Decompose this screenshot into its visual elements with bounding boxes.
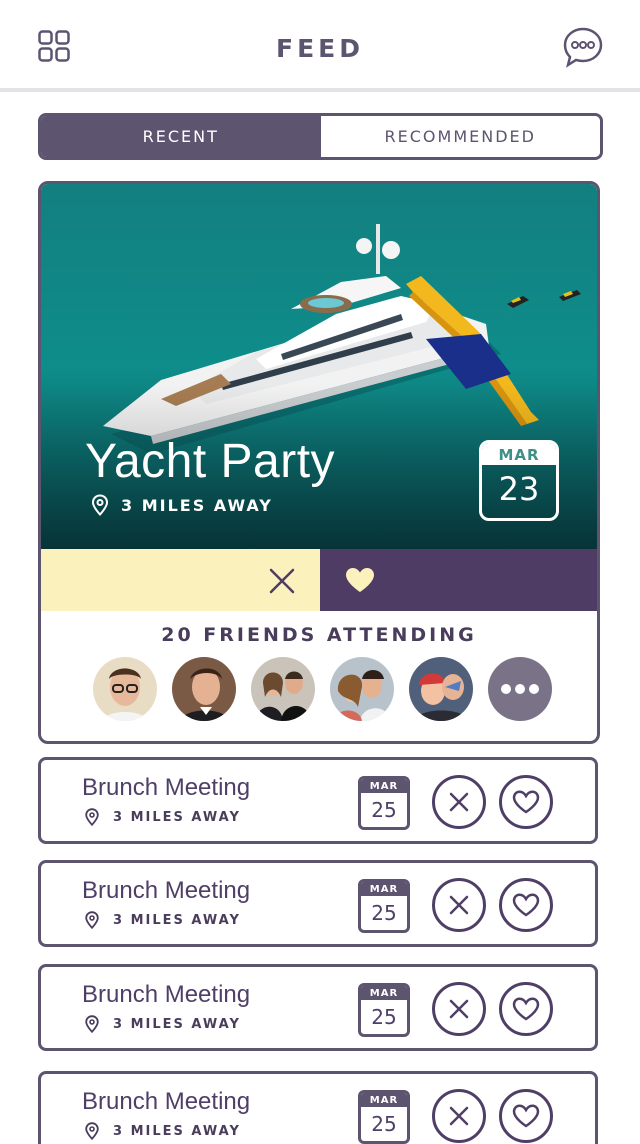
page-title: FEED xyxy=(276,34,364,63)
event-card-distance: 3 MILES AWAY xyxy=(113,809,241,825)
event-card-day: 25 xyxy=(371,901,397,925)
event-distance: 3 MILES AWAY xyxy=(121,495,273,515)
event-card-month: MAR xyxy=(361,1093,407,1107)
header: FEED xyxy=(0,0,640,92)
more-dot-icon xyxy=(529,684,539,694)
reject-button[interactable] xyxy=(432,878,486,932)
event-card-distance: 3 MILES AWAY xyxy=(113,912,241,928)
close-icon xyxy=(449,999,469,1019)
event-action-row xyxy=(41,549,597,611)
event-card-location: 3 MILES AWAY xyxy=(85,911,241,929)
close-icon xyxy=(449,1106,469,1126)
event-card-date: MAR 25 xyxy=(358,776,410,830)
event-card-date: MAR 25 xyxy=(358,879,410,933)
more-dot-icon xyxy=(501,684,511,694)
like-button[interactable] xyxy=(499,878,553,932)
more-friends-button[interactable] xyxy=(488,657,552,721)
location-pin-icon xyxy=(85,1122,99,1140)
heart-outline-icon xyxy=(512,893,540,917)
like-button[interactable] xyxy=(499,982,553,1036)
reject-button[interactable] xyxy=(41,549,320,611)
location-pin-icon xyxy=(85,1015,99,1033)
friend-avatar[interactable] xyxy=(93,657,157,721)
event-day: 23 xyxy=(498,470,540,508)
friends-attending-label: 20 FRIENDS ATTENDING xyxy=(161,624,477,646)
location-pin-icon xyxy=(85,808,99,826)
close-icon xyxy=(449,895,469,915)
event-card-month: MAR xyxy=(361,779,407,793)
event-card-date: MAR 25 xyxy=(358,983,410,1037)
friends-avatar-list xyxy=(93,657,567,721)
tab-recommended[interactable]: RECOMMENDED xyxy=(320,116,600,157)
like-button[interactable] xyxy=(320,549,597,611)
featured-event-card[interactable]: Yacht Party 3 MILES AWAY MAR 23 20 FRIEN… xyxy=(38,181,600,744)
event-card-title: Brunch Meeting xyxy=(82,981,251,1008)
event-hero-image: Yacht Party 3 MILES AWAY MAR 23 xyxy=(41,184,597,549)
event-card-location: 3 MILES AWAY xyxy=(85,1015,241,1033)
event-card[interactable]: Brunch Meeting 3 MILES AWAY MAR 25 xyxy=(38,860,598,947)
event-card-title: Brunch Meeting xyxy=(82,1088,251,1115)
event-card-month: MAR xyxy=(361,986,407,1000)
location-pin-icon xyxy=(91,494,109,516)
heart-icon xyxy=(346,568,374,592)
more-dot-icon xyxy=(515,684,525,694)
event-title: Yacht Party xyxy=(85,435,336,488)
event-card[interactable]: Brunch Meeting 3 MILES AWAY MAR 25 xyxy=(38,1071,598,1144)
heart-outline-icon xyxy=(512,1104,540,1128)
event-month: MAR xyxy=(482,443,556,465)
friend-avatar[interactable] xyxy=(409,657,473,721)
reject-button[interactable] xyxy=(432,1089,486,1143)
event-card-distance: 3 MILES AWAY xyxy=(113,1016,241,1032)
event-card-location: 3 MILES AWAY xyxy=(85,1122,241,1140)
event-date-badge: MAR 23 xyxy=(479,440,559,521)
heart-outline-icon xyxy=(512,997,540,1021)
reject-button[interactable] xyxy=(432,982,486,1036)
friend-avatar[interactable] xyxy=(172,657,236,721)
reject-button[interactable] xyxy=(432,775,486,829)
feed-tab-switcher: RECENT RECOMMENDED xyxy=(38,113,603,160)
like-button[interactable] xyxy=(499,775,553,829)
friend-avatar[interactable] xyxy=(251,657,315,721)
friend-avatar[interactable] xyxy=(330,657,394,721)
close-icon xyxy=(449,792,469,812)
event-card-distance: 3 MILES AWAY xyxy=(113,1123,241,1139)
chat-bubble-icon[interactable] xyxy=(562,26,604,68)
event-card-title: Brunch Meeting xyxy=(82,877,251,904)
event-card-day: 25 xyxy=(371,1005,397,1029)
tab-recent[interactable]: RECENT xyxy=(41,116,321,157)
like-button[interactable] xyxy=(499,1089,553,1143)
event-location: 3 MILES AWAY xyxy=(91,494,273,516)
location-pin-icon xyxy=(85,911,99,929)
event-card-month: MAR xyxy=(361,882,407,896)
event-card-day: 25 xyxy=(371,798,397,822)
event-card[interactable]: Brunch Meeting 3 MILES AWAY MAR 25 xyxy=(38,757,598,844)
event-card-title: Brunch Meeting xyxy=(82,774,251,801)
event-card[interactable]: Brunch Meeting 3 MILES AWAY MAR 25 xyxy=(38,964,598,1051)
event-card-location: 3 MILES AWAY xyxy=(85,808,241,826)
heart-outline-icon xyxy=(512,790,540,814)
close-icon xyxy=(269,568,295,594)
